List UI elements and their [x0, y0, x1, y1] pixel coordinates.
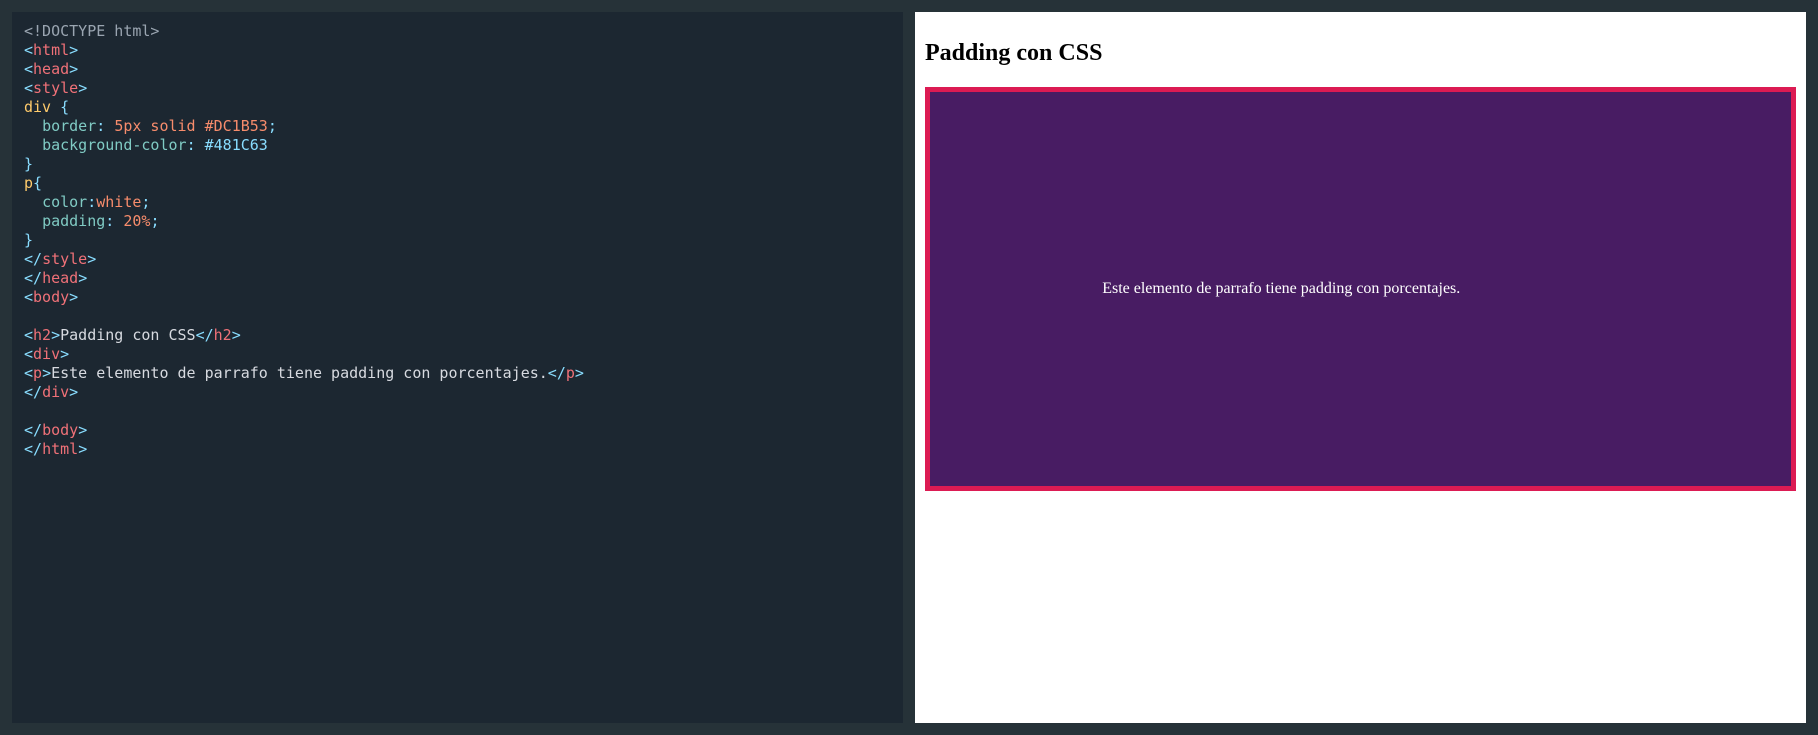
code-line: <!DOCTYPE html> — [24, 22, 891, 41]
code-line: <html> — [24, 41, 891, 60]
tag-div-close: div — [42, 383, 69, 401]
css-val-bg: #481C63 — [205, 136, 268, 154]
code-editor-panel[interactable]: <!DOCTYPE html><html><head><style>div { … — [12, 12, 903, 723]
code-line: <p>Este elemento de parrafo tiene paddin… — [24, 364, 891, 383]
code-line: </head> — [24, 269, 891, 288]
css-prop-color: color — [42, 193, 87, 211]
code-h2-text: Padding con CSS — [60, 326, 195, 344]
code-line: div { — [24, 98, 891, 117]
tag-h2-open: h2 — [33, 326, 51, 344]
code-line: color:white; — [24, 193, 891, 212]
tag-h2-close: h2 — [214, 326, 232, 344]
css-selector-p: p — [24, 174, 33, 192]
tag-p-open: p — [33, 364, 42, 382]
tag-style-close: style — [42, 250, 87, 268]
tag-head-close: head — [42, 269, 78, 287]
code-line: } — [24, 231, 891, 250]
code-p-text: Este elemento de parrafo tiene padding c… — [51, 364, 548, 382]
code-line: <h2>Padding con CSS</h2> — [24, 326, 891, 345]
code-line: p{ — [24, 174, 891, 193]
code-line: <div> — [24, 345, 891, 364]
code-line: background-color: #481C63 — [24, 136, 891, 155]
tag-html-open: html — [33, 41, 69, 59]
css-val-padding: 20% — [123, 212, 150, 230]
css-prop-bg: background-color — [42, 136, 187, 154]
doctype-text: <!DOCTYPE html> — [24, 22, 159, 40]
app-root: <!DOCTYPE html><html><head><style>div { … — [0, 0, 1818, 735]
code-line: <body> — [24, 288, 891, 307]
css-selector-div: div — [24, 98, 60, 116]
tag-head-open: head — [33, 60, 69, 78]
css-val-border: 5px solid #DC1B53 — [114, 117, 268, 135]
code-line: </style> — [24, 250, 891, 269]
tag-p-close: p — [566, 364, 575, 382]
preview-panel: Padding con CSS Este elemento de parrafo… — [915, 12, 1806, 723]
tag-body-close: body — [42, 421, 78, 439]
tag-div-open: div — [33, 345, 60, 363]
code-line: </body> — [24, 421, 891, 440]
code-line — [24, 307, 891, 326]
code-line: </div> — [24, 383, 891, 402]
css-val-color: white — [96, 193, 141, 211]
code-line: <head> — [24, 60, 891, 79]
preview-paragraph: Este elemento de parrafo tiene padding c… — [930, 108, 1791, 470]
code-line: padding: 20%; — [24, 212, 891, 231]
code-line: } — [24, 155, 891, 174]
preview-demo-box: Este elemento de parrafo tiene padding c… — [925, 87, 1796, 491]
css-prop-border: border — [42, 117, 96, 135]
tag-body-open: body — [33, 288, 69, 306]
preview-heading: Padding con CSS — [925, 40, 1796, 67]
css-prop-padding: padding — [42, 212, 105, 230]
code-line: </html> — [24, 440, 891, 459]
code-line — [24, 402, 891, 421]
tag-html-close: html — [42, 440, 78, 458]
tag-style-open: style — [33, 79, 78, 97]
code-line: <style> — [24, 79, 891, 98]
code-line: border: 5px solid #DC1B53; — [24, 117, 891, 136]
